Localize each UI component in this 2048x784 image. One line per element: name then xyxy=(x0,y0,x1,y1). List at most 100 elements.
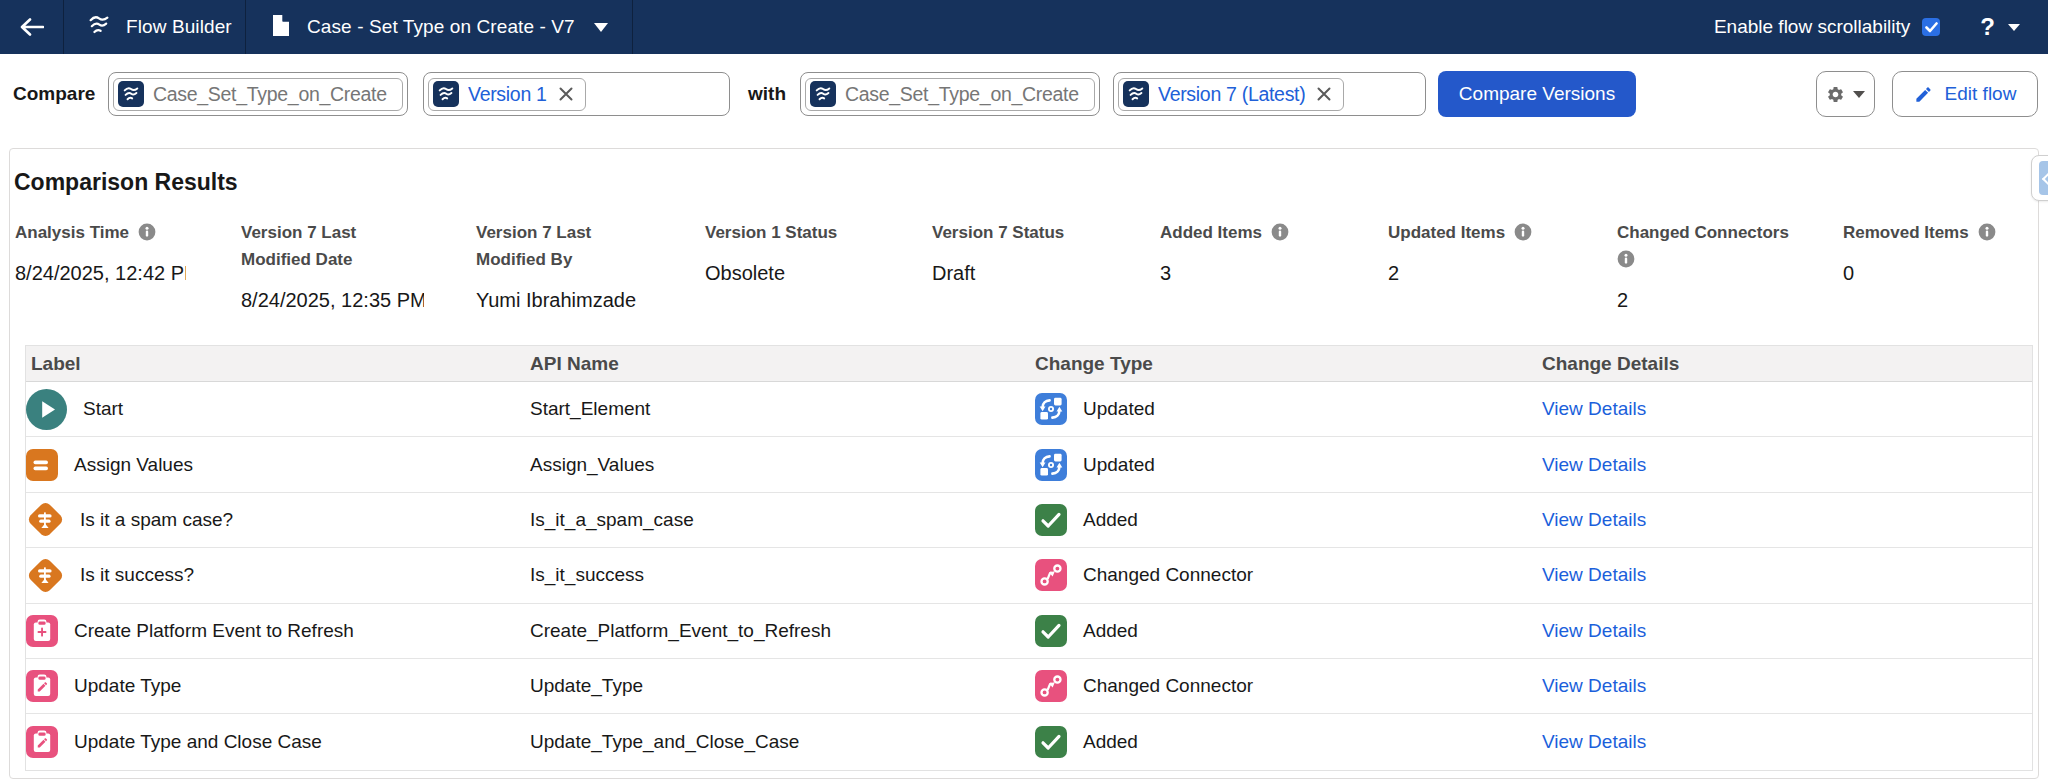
assignment-element-icon xyxy=(26,449,58,481)
stat-value: 2 xyxy=(1388,262,1599,285)
column-header-api-name: API Name xyxy=(530,353,1035,375)
flow-title: Case - Set Type on Create - V7 xyxy=(307,16,575,38)
table-row: Create Platform Event to RefreshCreate_P… xyxy=(26,604,2032,659)
change-type-text: Changed Connector xyxy=(1083,564,1253,586)
view-details-link[interactable]: View Details xyxy=(1542,454,1646,475)
info-icon[interactable] xyxy=(138,223,156,241)
view-details-link[interactable]: View Details xyxy=(1542,620,1646,641)
stat-label: Version 7 Status xyxy=(932,219,1142,246)
view-details-link[interactable]: View Details xyxy=(1542,509,1646,530)
element-label: Update Type and Close Case xyxy=(74,731,322,753)
table-row: Assign ValuesAssign_Values Updated View De… xyxy=(26,437,2032,492)
change-type-text: Updated xyxy=(1083,454,1155,476)
column-header-change-type: Change Type xyxy=(1035,353,1542,375)
left-version-combobox[interactable]: Version 1 xyxy=(423,72,730,116)
label-cell: Create Platform Event to Refresh xyxy=(26,615,530,647)
change-details-cell: View Details xyxy=(1542,564,2032,586)
change-type-cell: Updated xyxy=(1035,449,1542,481)
stat-value: Yumi Ibrahimzade xyxy=(476,289,687,312)
change-type-text: Updated xyxy=(1083,398,1155,420)
check-icon xyxy=(1925,22,1938,33)
change-details-cell: View Details xyxy=(1542,398,2032,420)
compare-versions-button[interactable]: Compare Versions xyxy=(1438,71,1636,117)
element-label: Start xyxy=(83,398,123,420)
change-type-cell: Added xyxy=(1035,615,1542,647)
stat-label-text: Version 7 Last Modified By xyxy=(476,219,654,273)
stat-label-text: Version 7 Status xyxy=(932,223,1064,242)
change-type-text: Added xyxy=(1083,620,1138,642)
gear-icon xyxy=(1826,85,1845,104)
label-cell: Update Type and Close Case xyxy=(26,726,530,758)
added-change-icon xyxy=(1035,615,1067,647)
stat-label-text: Added Items xyxy=(1160,223,1262,242)
info-icon[interactable] xyxy=(1978,223,1996,241)
flow-title-menu[interactable]: Case - Set Type on Create - V7 xyxy=(245,0,632,54)
right-flow-pill[interactable]: Case_Set_Type_on_Create xyxy=(805,78,1095,111)
label-cell: Assign Values xyxy=(26,449,530,481)
start-element-icon xyxy=(26,389,67,430)
info-icon[interactable] xyxy=(1271,223,1289,241)
stat-removed-items: Removed Items0 xyxy=(1843,219,2033,312)
scrollability-label: Enable flow scrollability xyxy=(1714,16,1910,38)
decision-element-icon xyxy=(26,501,64,539)
results-heading: Comparison Results xyxy=(14,169,238,196)
api-name-cell: Is_it_a_spam_case xyxy=(530,509,1035,531)
app-name: Flow Builder xyxy=(126,16,232,38)
help-caret-icon[interactable] xyxy=(2008,24,2020,31)
label-cell: Update Type xyxy=(26,670,530,702)
column-header-label: Label xyxy=(26,353,530,375)
column-header-change-details: Change Details xyxy=(1542,353,2032,375)
change-type-text: Added xyxy=(1083,731,1138,753)
change-type-cell: Updated xyxy=(1035,393,1542,425)
back-button[interactable] xyxy=(0,0,63,54)
stat-analysis-time: Analysis Time8/24/2025, 12:42 PM xyxy=(15,219,241,312)
element-label: Is it success? xyxy=(80,564,194,586)
added-change-icon xyxy=(1035,726,1067,758)
added-change-icon xyxy=(1035,504,1067,536)
left-flow-pill[interactable]: Case_Set_Type_on_Create xyxy=(113,78,403,111)
edit-flow-label: Edit flow xyxy=(1945,83,2017,105)
stat-value: 8/24/2025, 12:42 PM xyxy=(15,262,186,285)
updated-change-icon xyxy=(1035,393,1067,425)
view-details-link[interactable]: View Details xyxy=(1542,675,1646,696)
remove-right-version-icon[interactable] xyxy=(1315,85,1333,103)
api-name-cell: Update_Type xyxy=(530,675,1035,697)
stat-label-text: Version 1 Status xyxy=(705,223,837,242)
stat-label-text: Updated Items xyxy=(1388,223,1505,242)
right-version-combobox[interactable]: Version 7 (Latest) xyxy=(1113,72,1426,116)
updated-change-icon xyxy=(1035,449,1067,481)
right-version-pill[interactable]: Version 7 (Latest) xyxy=(1118,78,1344,111)
change-type-cell: Changed Connector xyxy=(1035,670,1542,702)
change-details-cell: View Details xyxy=(1542,620,2032,642)
api-name-cell: Start_Element xyxy=(530,398,1035,420)
info-icon[interactable] xyxy=(1617,250,1635,268)
results-summary-stats: Analysis Time8/24/2025, 12:42 PMVersion … xyxy=(15,219,2033,312)
view-details-link[interactable]: View Details xyxy=(1542,398,1646,419)
info-icon[interactable] xyxy=(1514,223,1532,241)
pencil-icon xyxy=(1914,85,1933,104)
left-flow-combobox[interactable]: Case_Set_Type_on_Create xyxy=(108,72,408,116)
table-row: Start Start_Element Updated View Details xyxy=(26,382,2032,437)
api-name-cell: Assign_Values xyxy=(530,454,1035,476)
change-details-cell: View Details xyxy=(1542,454,2032,476)
flow-builder-logo-icon xyxy=(87,13,111,41)
right-flow-combobox[interactable]: Case_Set_Type_on_Create xyxy=(800,72,1100,116)
scrollability-checkbox[interactable] xyxy=(1922,18,1940,36)
stat-value: 2 xyxy=(1617,289,1825,312)
settings-caret-icon xyxy=(1853,91,1865,98)
panel-toggle-button[interactable] xyxy=(2031,155,2048,201)
view-details-link[interactable]: View Details xyxy=(1542,731,1646,752)
left-version-pill[interactable]: Version 1 xyxy=(428,78,586,111)
stat-label: Version 7 Last Modified Date xyxy=(241,219,458,273)
api-name-cell: Create_Platform_Event_to_Refresh xyxy=(530,620,1035,642)
table-row: Update TypeUpdate_TypeChanged ConnectorV… xyxy=(26,659,2032,714)
remove-left-version-icon[interactable] xyxy=(557,85,575,103)
view-details-link[interactable]: View Details xyxy=(1542,564,1646,585)
api-name-cell: Update_Type_and_Close_Case xyxy=(530,731,1035,753)
help-button[interactable]: ? xyxy=(1980,13,1995,41)
change-type-cell: Added xyxy=(1035,504,1542,536)
change-type-text: Added xyxy=(1083,509,1138,531)
edit-flow-button[interactable]: Edit flow xyxy=(1892,71,2038,117)
settings-menu-button[interactable] xyxy=(1816,71,1875,117)
stat-value: 3 xyxy=(1160,262,1370,285)
